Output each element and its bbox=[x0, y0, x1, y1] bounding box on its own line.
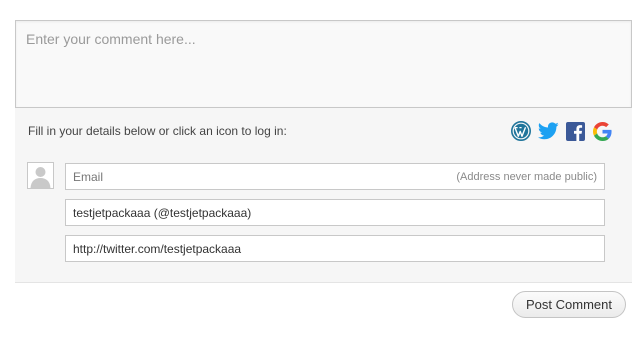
facebook-icon[interactable] bbox=[564, 120, 586, 142]
website-field[interactable] bbox=[66, 236, 604, 261]
twitter-icon[interactable] bbox=[537, 120, 559, 142]
google-icon[interactable] bbox=[591, 120, 613, 142]
website-field-wrapper bbox=[65, 235, 605, 262]
email-field[interactable] bbox=[66, 164, 604, 189]
login-icons bbox=[510, 120, 613, 142]
name-field[interactable] bbox=[66, 200, 604, 225]
comment-textarea[interactable] bbox=[16, 21, 631, 107]
wordpress-icon[interactable] bbox=[510, 120, 532, 142]
name-field-wrapper bbox=[65, 199, 605, 226]
default-avatar-icon bbox=[28, 163, 53, 188]
email-field-wrapper: (Address never made public) bbox=[65, 163, 605, 190]
login-prompt-text: Fill in your details below or click an i… bbox=[28, 124, 287, 138]
post-comment-button[interactable]: Post Comment bbox=[512, 291, 626, 318]
comment-textarea-wrapper bbox=[15, 20, 632, 108]
avatar bbox=[27, 162, 54, 189]
